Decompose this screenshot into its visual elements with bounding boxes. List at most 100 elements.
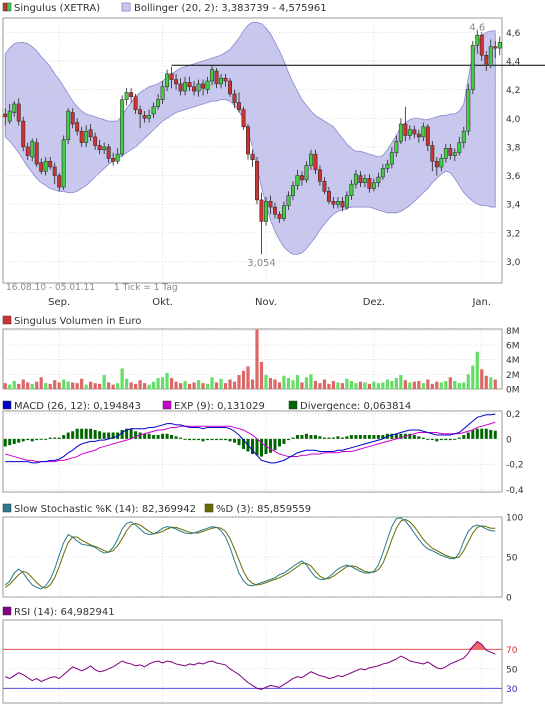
- y-tick-label: 3,0: [506, 258, 521, 268]
- candle: [322, 181, 327, 192]
- y-tick-label: 30: [506, 685, 518, 695]
- candle: [421, 126, 426, 138]
- candle: [434, 160, 439, 168]
- volume-bar: [196, 380, 201, 389]
- candle: [214, 70, 219, 85]
- candle: [371, 182, 376, 189]
- candle: [385, 163, 390, 169]
- divergence-bar: [224, 438, 228, 441]
- divergence-bar: [12, 438, 16, 444]
- volume-bar: [250, 379, 255, 389]
- divergence-bar: [493, 430, 497, 439]
- legend-label-macd: MACD (26, 12): 0,194843: [14, 401, 141, 412]
- candle: [165, 73, 170, 88]
- legend-label-exp: EXP (9): 0,131029: [174, 401, 265, 412]
- candle: [308, 153, 313, 166]
- divergence-bar: [372, 435, 376, 439]
- candle: [142, 115, 147, 119]
- volume-bar: [125, 378, 129, 389]
- divergence-bar: [322, 437, 326, 439]
- divergence-bar: [107, 432, 111, 439]
- volume-bar: [493, 379, 497, 389]
- volume-bar: [367, 383, 371, 389]
- y-tick-label: 4,6: [506, 29, 521, 39]
- candle: [479, 34, 484, 56]
- candle: [129, 92, 134, 98]
- divergence-bar: [219, 438, 223, 441]
- divergence-bar: [21, 438, 25, 442]
- candle: [398, 123, 403, 142]
- volume-bar: [232, 381, 237, 389]
- candle: [106, 146, 111, 159]
- y-tick-label: 3,4: [506, 201, 521, 211]
- volume-bar: [403, 380, 407, 389]
- candle: [39, 162, 44, 172]
- y-tick-label: 0M: [506, 386, 520, 396]
- divergence-bar: [480, 428, 484, 439]
- candle: [394, 140, 399, 153]
- volume-bar: [304, 377, 309, 389]
- volume-bar: [444, 380, 448, 389]
- volume-bar: [8, 384, 12, 389]
- volume-bar: [223, 383, 228, 389]
- volume-bar: [462, 382, 466, 389]
- x-tick-label: Sep.: [48, 297, 70, 308]
- chart-canvas: Singulus (XETRA) Bollinger (20, 2): 3,383…: [2, 2, 545, 704]
- candle: [403, 123, 408, 136]
- divergence-bar: [48, 437, 52, 439]
- volume-bar: [480, 369, 484, 389]
- divergence-bar: [318, 436, 322, 439]
- volume-bar: [80, 378, 84, 389]
- volume-bar: [111, 384, 115, 389]
- volume-bar: [255, 329, 259, 389]
- candle: [7, 110, 12, 122]
- y-tick-label: 50: [506, 554, 518, 564]
- volume-bar: [340, 383, 345, 389]
- y-tick-label: 0: [506, 594, 512, 604]
- candle: [174, 79, 179, 85]
- y-tick-label: 2M: [506, 371, 520, 381]
- volume-bar: [286, 378, 291, 389]
- candle: [93, 136, 98, 146]
- candle: [475, 34, 480, 46]
- divergence-bar: [340, 437, 344, 439]
- candle: [407, 129, 412, 136]
- candle: [111, 158, 116, 162]
- low-annotation: 3,054: [247, 258, 276, 269]
- candle: [151, 106, 156, 115]
- candle: [34, 142, 39, 165]
- y-tick-label: 4M: [506, 356, 520, 366]
- y-tick-label: -0,4: [506, 486, 524, 496]
- divergence-bar: [336, 436, 340, 439]
- y-tick-label: 6M: [506, 342, 520, 352]
- volume-bar: [457, 383, 461, 389]
- divergence-bar: [363, 435, 367, 439]
- candle: [340, 201, 345, 208]
- volume-bar: [48, 383, 52, 389]
- candle: [61, 139, 66, 188]
- candle: [187, 82, 192, 88]
- y-tick-label: 3,6: [506, 172, 521, 182]
- candle: [237, 102, 241, 110]
- volume-bar: [295, 375, 300, 389]
- divergence-bar: [44, 438, 48, 440]
- divergence-bar: [102, 432, 106, 439]
- candle: [138, 109, 143, 115]
- candle: [277, 213, 282, 219]
- divergence-bar: [161, 433, 165, 439]
- divergence-bar: [93, 429, 97, 439]
- volume-bar: [363, 382, 367, 389]
- legend-label-stoch-k: Slow Stochastic %K (14): 82,369942: [14, 504, 196, 515]
- divergence-bar: [273, 438, 277, 451]
- candle: [358, 175, 363, 183]
- volume-bar: [183, 380, 187, 389]
- candle: [412, 129, 417, 135]
- candle: [178, 83, 183, 92]
- divergence-bar: [313, 435, 317, 439]
- volume-bar: [30, 383, 34, 389]
- volume-bar: [143, 383, 147, 389]
- divergence-bar: [192, 438, 196, 441]
- candle: [362, 178, 367, 183]
- divergence-bar: [331, 437, 335, 439]
- divergence-bar: [134, 431, 138, 439]
